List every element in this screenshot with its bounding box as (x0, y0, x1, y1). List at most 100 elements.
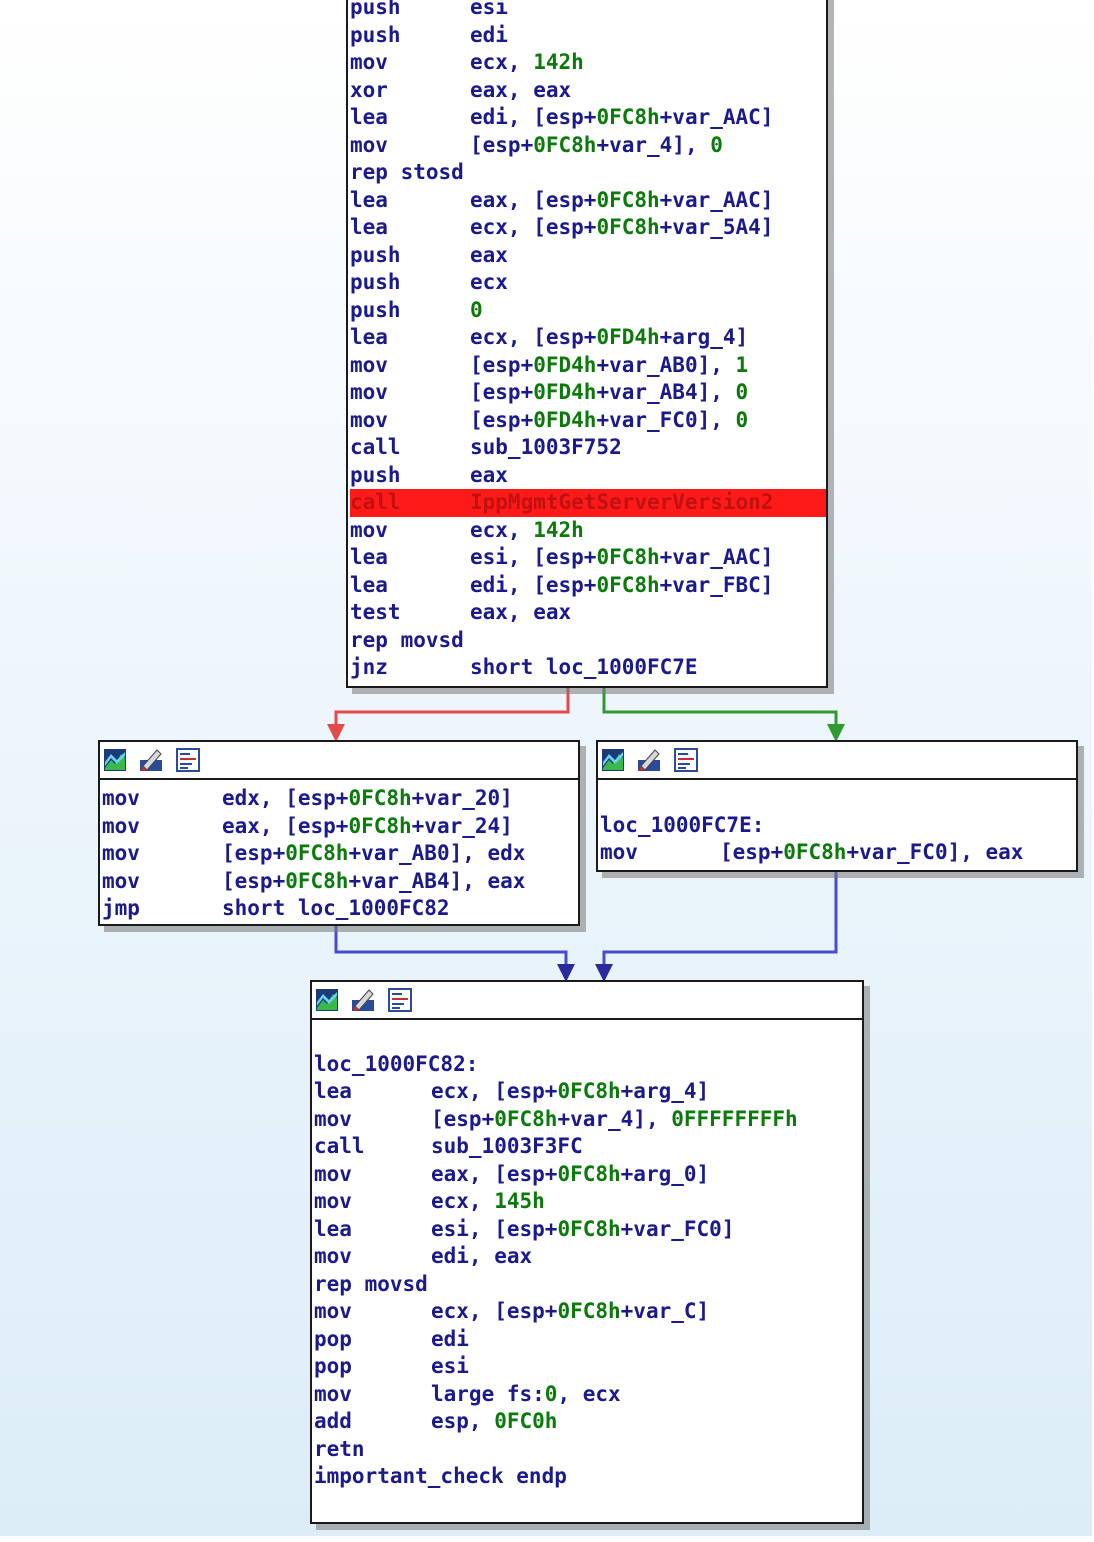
asm-line[interactable]: mov [esp+0FC8h+var_4], 0 (350, 132, 826, 160)
asm-line[interactable]: mov [esp+0FC8h+var_4], 0FFFFFFFFh (314, 1106, 862, 1134)
graph-view[interactable]: push esi push edi mov ecx, 142h xor eax, eax lea… (0, 0, 1092, 1536)
asm-line[interactable]: test eax, eax (350, 599, 826, 627)
operand-number: 0FFFFFFFFh (671, 1106, 798, 1131)
assembly-listing-icon[interactable] (388, 988, 412, 1012)
asm-line[interactable]: lea ecx, [esp+0FD4h+arg_4] (350, 324, 826, 352)
asm-line[interactable]: mov ecx, [esp+0FC8h+var_C] (314, 1298, 862, 1326)
asm-line[interactable]: mov [esp+0FC8h+var_AB0], edx (102, 840, 578, 868)
asm-line[interactable]: mov edi, eax (314, 1243, 862, 1271)
code-lines: loc_1000FC82: lea ecx, [esp+0FC8h+arg_4] mo… (312, 1020, 862, 1491)
asm-line[interactable]: mov [esp+0FC8h+var_AB4], eax (102, 868, 578, 896)
operand: edi, [esp+ (470, 572, 597, 597)
mnemonic: push (350, 462, 401, 487)
asm-line[interactable]: push esi (350, 0, 826, 22)
code-lines: loc_1000FC7E: mov [esp+0FC8h+var_FC0], eax (598, 780, 1076, 867)
code-block-top[interactable]: push esi push edi mov ecx, 142h xor eax, eax lea… (346, 0, 828, 688)
operand-number: 0FC8h (596, 215, 660, 239)
edit-pencil-icon[interactable] (139, 748, 163, 772)
asm-line[interactable]: retn (314, 1436, 862, 1464)
asm-line[interactable]: mov [esp+0FD4h+var_FC0], 0 (350, 407, 826, 435)
asm-line[interactable]: push 0 (350, 297, 826, 325)
asm-line[interactable]: pop esi (314, 1353, 862, 1381)
asm-line[interactable]: loc_1000FC7E: (600, 812, 1076, 840)
asm-line[interactable]: rep movsd (350, 627, 826, 655)
operand-number: 0FD4h (596, 325, 660, 349)
edit-pencil-icon[interactable] (351, 988, 375, 1012)
operand: eax, [esp+ (470, 187, 597, 212)
asm-line[interactable]: push edi (350, 22, 826, 50)
assembly-listing-icon[interactable] (674, 748, 698, 772)
asm-line[interactable]: call sub_1003F752 (350, 434, 826, 462)
mnemonic: mov (350, 132, 388, 157)
operand-number: 0FC8h (557, 1079, 621, 1103)
asm-line[interactable]: mov [esp+0FC8h+var_FC0], eax (600, 839, 1076, 867)
operand: +var_AAC] (659, 545, 774, 569)
code-label[interactable]: important_check endp (314, 1464, 567, 1488)
operand-number: 142h (533, 517, 584, 542)
asm-line[interactable]: push eax (350, 462, 826, 490)
asm-line[interactable]: mov [esp+0FD4h+var_AB4], 0 (350, 379, 826, 407)
asm-line[interactable]: lea esi, [esp+0FC8h+var_FC0] (314, 1216, 862, 1244)
operand: ecx, (470, 517, 534, 542)
code-lines: push esi push edi mov ecx, 142h xor eax, eax lea… (348, 0, 826, 682)
operand-number: 0FC8h (557, 1216, 621, 1241)
operand: +var_FC0] (620, 1216, 735, 1241)
mnemonic: mov (350, 517, 388, 542)
operand: edi, eax (431, 1244, 533, 1268)
operand: ecx, (470, 50, 534, 74)
code-label[interactable]: loc_1000FC7E: (600, 813, 764, 837)
asm-line[interactable]: jmp short loc_1000FC82 (102, 895, 578, 923)
asm-line[interactable]: lea esi, [esp+0FC8h+var_AAC] (350, 544, 826, 572)
asm-line[interactable]: mov ecx, 145h (314, 1188, 862, 1216)
operand: +arg_0] (620, 1161, 710, 1186)
asm-line[interactable]: rep stosd (350, 159, 826, 187)
operand: +arg_4] (620, 1079, 710, 1103)
node-header (100, 742, 578, 780)
graph-overview-icon[interactable] (601, 748, 625, 772)
mnemonic: lea (350, 545, 388, 569)
asm-line[interactable]: loc_1000FC82: (314, 1051, 862, 1079)
asm-line[interactable]: jnz short loc_1000FC7E (350, 654, 826, 682)
asm-line[interactable]: xor eax, eax (350, 77, 826, 105)
asm-line[interactable]: mov ecx, 142h (350, 517, 826, 545)
code-label[interactable]: loc_1000FC82: (314, 1052, 478, 1076)
asm-line[interactable]: mov edx, [esp+0FC8h+var_20] (102, 785, 578, 813)
operand: +var_4], (596, 132, 711, 157)
asm-line[interactable]: mov ecx, 142h (350, 49, 826, 77)
asm-line[interactable]: add esp, 0FC0h (314, 1408, 862, 1436)
asm-line[interactable]: rep movsd (314, 1271, 862, 1299)
asm-line[interactable]: mov eax, [esp+0FC8h+var_24] (102, 813, 578, 841)
asm-line[interactable]: lea ecx, [esp+0FC8h+var_5A4] (350, 214, 826, 242)
asm-line[interactable]: important_check endp (314, 1463, 862, 1491)
asm-line[interactable]: push eax (350, 242, 826, 270)
code-block-left[interactable]: mov edx, [esp+0FC8h+var_20] mov eax, [esp+0… (98, 740, 580, 926)
operand: +var_AB0], (596, 352, 736, 377)
operand: large fs: (431, 1381, 545, 1406)
asm-line-highlighted[interactable]: call IppMgmtGetServerVersion2 (350, 489, 826, 517)
graph-overview-icon[interactable] (315, 988, 339, 1012)
asm-line[interactable]: mov eax, [esp+0FC8h+arg_0] (314, 1161, 862, 1189)
asm-line[interactable] (314, 1023, 862, 1051)
asm-line[interactable]: lea ecx, [esp+0FC8h+arg_4] (314, 1078, 862, 1106)
asm-line[interactable]: call sub_1003F3FC (314, 1133, 862, 1161)
asm-line[interactable] (600, 784, 1076, 812)
operand: +var_5A4] (659, 215, 774, 239)
operand-number: 1 (735, 352, 749, 377)
code-block-right[interactable]: loc_1000FC7E: mov [esp+0FC8h+var_FC0], eax (596, 740, 1078, 872)
code-block-bottom[interactable]: loc_1000FC82: lea ecx, [esp+0FC8h+arg_4] mo… (310, 980, 864, 1524)
asm-line[interactable]: lea edi, [esp+0FC8h+var_FBC] (350, 572, 826, 600)
assembly-listing-icon[interactable] (176, 748, 200, 772)
operand-number: 0FC8h (348, 813, 412, 838)
asm-line[interactable]: push ecx (350, 269, 826, 297)
graph-overview-icon[interactable] (103, 748, 127, 772)
asm-line[interactable]: pop edi (314, 1326, 862, 1354)
asm-line[interactable]: lea edi, [esp+0FC8h+var_AAC] (350, 104, 826, 132)
mnemonic: call (314, 1134, 365, 1158)
mnemonic: mov (102, 841, 140, 865)
operand-number: 0FC8h (596, 187, 660, 212)
asm-line[interactable]: lea eax, [esp+0FC8h+var_AAC] (350, 187, 826, 215)
asm-line[interactable]: mov [esp+0FD4h+var_AB0], 1 (350, 352, 826, 380)
edit-pencil-icon[interactable] (637, 748, 661, 772)
operand: +arg_4] (659, 325, 749, 349)
asm-line[interactable]: mov large fs:0, ecx (314, 1381, 862, 1409)
